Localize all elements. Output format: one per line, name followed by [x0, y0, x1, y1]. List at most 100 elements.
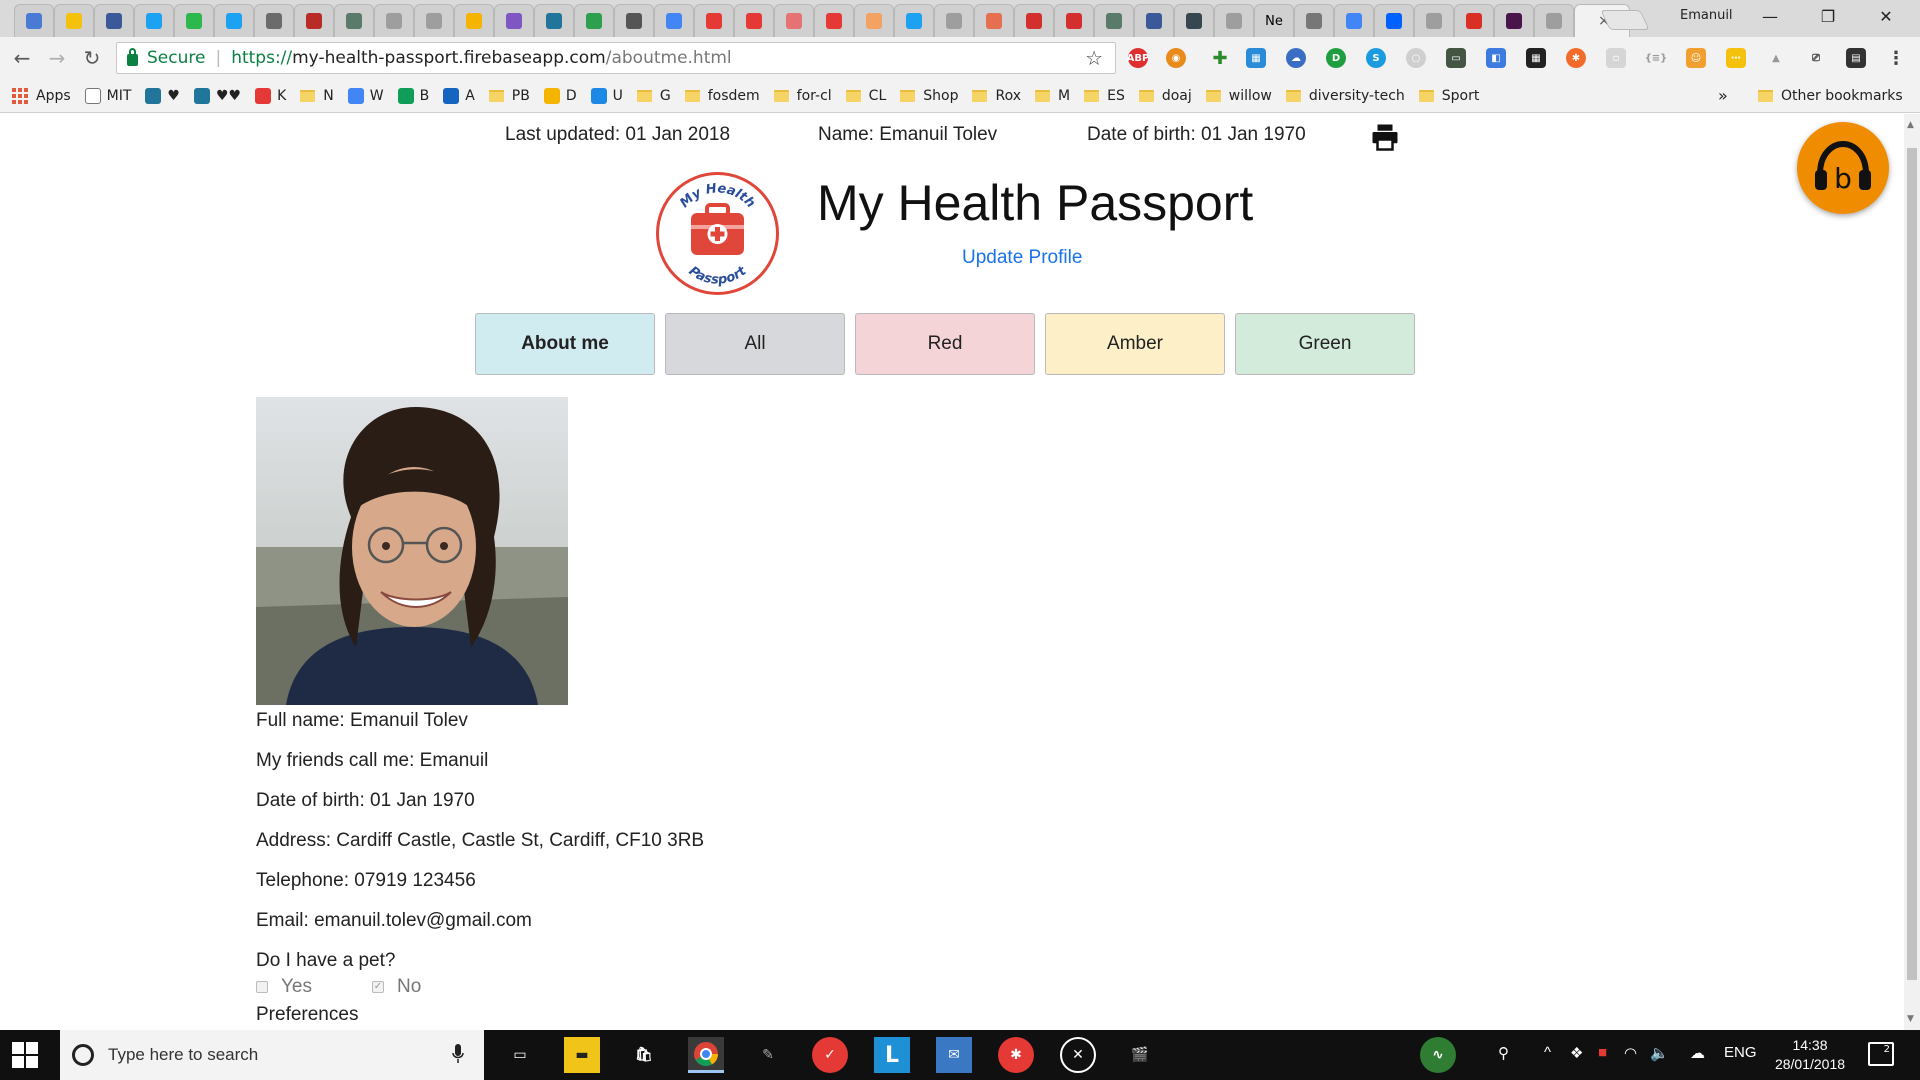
face-extension-icon[interactable]: ☺ — [1686, 48, 1706, 68]
tab-green[interactable]: Green — [1235, 313, 1415, 375]
bookmark-item[interactable]: K — [255, 88, 286, 104]
xbox-icon[interactable]: ✕ — [1060, 1037, 1096, 1073]
outlook-icon[interactable]: ✉ — [936, 1037, 972, 1073]
browser-tab[interactable] — [774, 4, 814, 37]
language-indicator[interactable]: ENG — [1724, 1044, 1757, 1061]
bookmark-item[interactable]: diversity-tech — [1285, 88, 1405, 104]
cloud-extension-icon[interactable]: ☁ — [1286, 48, 1306, 68]
browser-tab[interactable] — [814, 4, 854, 37]
bookmark-item[interactable]: doaj — [1138, 88, 1192, 104]
chrome-icon[interactable] — [688, 1037, 724, 1073]
task-view-icon[interactable]: ▭ — [502, 1037, 538, 1073]
todoist-icon[interactable]: ✓ — [812, 1037, 848, 1073]
browser-tab[interactable] — [1334, 4, 1374, 37]
browser-tab[interactable] — [1414, 4, 1454, 37]
scroll-down-arrow[interactable]: ▼ — [1907, 1014, 1914, 1024]
tab-about-me[interactable]: About me — [475, 313, 655, 375]
browser-tab[interactable] — [1494, 4, 1534, 37]
tray-chevron-icon[interactable]: ^ — [1544, 1044, 1551, 1061]
browser-tab[interactable] — [854, 4, 894, 37]
json-extension-icon[interactable]: {≡} — [1645, 48, 1668, 68]
bookmark-item[interactable]: W — [347, 88, 384, 104]
taskbar-search[interactable]: Type here to search — [60, 1030, 484, 1080]
browser-tab[interactable] — [94, 4, 134, 37]
bookmark-item[interactable]: ES — [1084, 88, 1125, 104]
bookmark-item[interactable]: U — [590, 88, 623, 104]
pulse-monitor-icon[interactable]: ∿ — [1420, 1037, 1456, 1073]
browser-tab[interactable] — [174, 4, 214, 37]
browser-tab[interactable] — [494, 4, 534, 37]
movies-icon[interactable]: 🎬 — [1122, 1037, 1158, 1073]
people-icon[interactable]: ⚲ — [1498, 1044, 1509, 1062]
other-bookmarks-folder[interactable]: Other bookmarks — [1758, 88, 1903, 104]
scroll-thumb[interactable] — [1907, 148, 1917, 980]
browser-tab[interactable] — [454, 4, 494, 37]
bookmark-item[interactable]: ♥ — [145, 88, 180, 104]
browser-tab[interactable] — [1174, 4, 1214, 37]
id-extension-icon[interactable]: D — [1326, 48, 1346, 68]
bookmark-item[interactable]: Rox — [972, 88, 1021, 104]
bookmark-item[interactable]: PB — [488, 88, 530, 104]
window-extension-icon[interactable]: ◧ — [1486, 48, 1506, 68]
pen-app-icon[interactable]: ✎ — [750, 1037, 786, 1073]
browser-tab[interactable] — [1374, 4, 1414, 37]
browser-tab[interactable] — [1134, 4, 1174, 37]
grid-extension-icon[interactable]: ▦ — [1526, 48, 1546, 68]
microphone-icon[interactable] — [452, 1044, 464, 1064]
pet-yes-checkbox[interactable] — [256, 981, 268, 993]
browser-tab[interactable] — [214, 4, 254, 37]
browser-tab[interactable] — [134, 4, 174, 37]
bookmark-item[interactable]: A — [443, 88, 475, 104]
screen-extension-icon[interactable]: ▭ — [1446, 48, 1466, 68]
browser-tab[interactable] — [1094, 4, 1134, 37]
profile-name[interactable]: Emanuil — [1680, 8, 1733, 23]
browser-tab[interactable] — [654, 4, 694, 37]
menu-icon[interactable]: ⋮ — [1886, 48, 1906, 69]
browser-tab[interactable] — [14, 4, 54, 37]
browser-tab[interactable] — [574, 4, 614, 37]
browser-tab[interactable] — [1054, 4, 1094, 37]
bookmark-item[interactable]: willow — [1205, 88, 1272, 104]
wifi-icon[interactable]: ◠ — [1624, 1044, 1637, 1062]
orange-extension-icon[interactable]: ✱ — [1566, 48, 1586, 68]
bookmark-item[interactable]: N — [300, 88, 334, 104]
dots-extension-icon[interactable]: ⋯ — [1726, 48, 1746, 68]
tabs-extension-icon[interactable]: ▤ — [1846, 48, 1866, 68]
print-icon[interactable] — [1370, 122, 1400, 152]
new-tab-button[interactable] — [1600, 10, 1650, 30]
clock[interactable]: 14:38 28/01/2018 — [1770, 1036, 1850, 1074]
bookmark-item[interactable]: Sport — [1418, 88, 1479, 104]
action-center-icon[interactable]: 2 — [1868, 1042, 1894, 1066]
update-profile-link[interactable]: Update Profile — [962, 247, 1082, 269]
circle-extension-icon[interactable]: ○ — [1406, 48, 1426, 68]
browser-tab[interactable] — [1534, 4, 1574, 37]
browser-tab[interactable] — [1454, 4, 1494, 37]
bookmark-item[interactable]: M — [1035, 88, 1070, 104]
triangle-extension-icon[interactable]: ▲ — [1766, 48, 1786, 68]
calendar-extension-icon[interactable]: ▦ — [1246, 48, 1266, 68]
pet-no-checkbox[interactable]: ✓ — [372, 981, 384, 993]
browser-tab[interactable] — [254, 4, 294, 37]
browser-tab[interactable] — [414, 4, 454, 37]
grey-extension-icon[interactable]: ▫ — [1606, 48, 1626, 68]
browser-tab[interactable] — [534, 4, 574, 37]
browser-tab[interactable] — [934, 4, 974, 37]
browser-tab[interactable] — [1014, 4, 1054, 37]
store-icon[interactable]: 🛍 — [626, 1037, 662, 1073]
adblock-icon[interactable]: ABP — [1127, 48, 1149, 68]
bookmark-item[interactable]: G — [636, 88, 671, 104]
browser-tab[interactable] — [1294, 4, 1334, 37]
dropbox-tray-icon[interactable]: ❖ — [1570, 1044, 1583, 1062]
bookmark-item[interactable]: D — [543, 88, 577, 104]
l-app-icon[interactable]: L — [874, 1037, 910, 1073]
skype-icon[interactable]: S — [1366, 48, 1386, 68]
tab-amber[interactable]: Amber — [1045, 313, 1225, 375]
browser-tab[interactable] — [694, 4, 734, 37]
color-picker-icon[interactable]: ◉ — [1166, 48, 1186, 68]
browser-tab[interactable] — [734, 4, 774, 37]
tab-red[interactable]: Red — [855, 313, 1035, 375]
bookmark-item[interactable]: B — [397, 88, 429, 104]
cast-icon[interactable]: ⎚ — [1806, 48, 1826, 68]
minimize-button[interactable]: — — [1742, 0, 1798, 32]
audio-assistant-button[interactable]: b — [1797, 122, 1889, 214]
